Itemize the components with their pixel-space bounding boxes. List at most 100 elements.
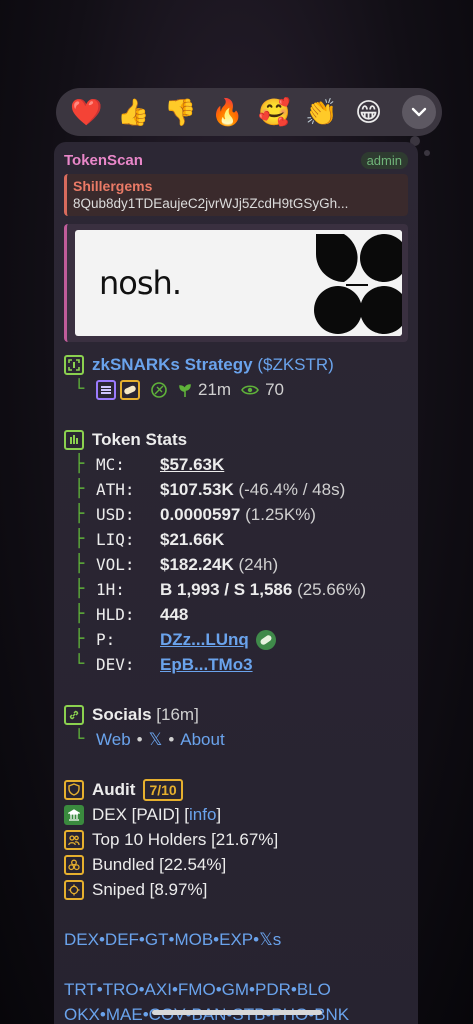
audit-score-badge: 7/10: [143, 778, 183, 801]
token-report: zkSNARKs Strategy ($ZKSTR) └ 21m 70 Toke: [64, 352, 408, 1024]
stat-row-dev: └ DEV: EpB...TMo3: [64, 652, 408, 677]
crosshair-icon: [64, 879, 84, 900]
dex-paid-text: DEX [PAID] [: [92, 805, 189, 824]
about-link[interactable]: About: [180, 727, 224, 752]
stat-row-vol: ├ VOL: $182.24K (24h): [64, 552, 408, 577]
scan-icon: [64, 354, 84, 375]
dev-address-link[interactable]: EpB...TMo3: [160, 652, 253, 677]
more-reactions-button[interactable]: [402, 95, 436, 129]
quick-link-fmo[interactable]: FMO: [178, 977, 216, 1002]
x-link[interactable]: 𝕏: [149, 727, 163, 752]
reaction-smiling-hearts[interactable]: 🥰: [254, 88, 295, 136]
socials-links-row: └ Web • 𝕏 • About: [64, 727, 408, 752]
quick-link-blo[interactable]: BLO: [297, 977, 331, 1002]
reaction-grin[interactable]: 😁: [348, 88, 389, 136]
audit-sniped-row: Sniped [8.97%]: [64, 877, 408, 902]
token-symbol-link[interactable]: ($ZKSTR): [257, 352, 334, 377]
reaction-heart[interactable]: ❤️: [66, 88, 107, 136]
eye-icon: [241, 384, 260, 395]
stat-row-pair: ├ P: DZz...LUnq: [64, 627, 408, 652]
liquidity-value: $21.66K: [160, 530, 225, 549]
quick-link-axi[interactable]: AXI: [145, 977, 172, 1002]
audit-bundled-row: Bundled [22.54%]: [64, 852, 408, 877]
link-preview[interactable]: nosh.: [64, 224, 408, 342]
bundle-icon: [64, 854, 84, 875]
token-meta-row: └ 21m 70: [64, 377, 408, 402]
reaction-tail-dot-small: [424, 150, 430, 156]
separator-dot: •: [136, 730, 143, 749]
message-header: TokenScan admin: [64, 148, 408, 172]
sender-name[interactable]: TokenScan: [64, 152, 143, 169]
reaction-thumbs-up[interactable]: 👍: [113, 88, 154, 136]
view-count: 70: [265, 380, 284, 399]
reaction-clap[interactable]: 👏: [301, 88, 342, 136]
one-hour-trades-value: B 1,993 / S 1,586: [160, 580, 293, 599]
reaction-thumbs-down[interactable]: 👎: [160, 88, 201, 136]
stat-label: MC:: [96, 455, 125, 474]
ath-extra: (-46.4% / 48s): [238, 480, 346, 499]
reaction-bar: ❤️ 👍 👎 🔥 🥰 👏 😁: [56, 88, 442, 136]
stat-label: 1H:: [96, 580, 125, 599]
pill-icon[interactable]: [120, 379, 140, 400]
reply-author: Shillergems: [73, 178, 153, 194]
stack-icon[interactable]: [96, 379, 116, 400]
reaction-fire[interactable]: 🔥: [207, 88, 248, 136]
market-cap-value[interactable]: $57.63K: [160, 452, 224, 477]
pill-badge-icon[interactable]: [255, 629, 277, 651]
volume-extra: (24h): [238, 555, 279, 574]
audit-top10-row: Top 10 Holders [21.67%]: [64, 827, 408, 852]
stat-row-1h: ├ 1H: B 1,993 / S 1,586 (25.66%): [64, 577, 408, 602]
separator-dot: •: [168, 730, 175, 749]
ath-value: $107.53K: [160, 480, 234, 499]
quick-link-pdr[interactable]: PDR: [255, 977, 291, 1002]
dex-bracket-close: ]: [216, 805, 222, 824]
quick-links-row-2: TRT • TRO • AXI • FMO • GM • PDR • BLO: [64, 977, 408, 1002]
stat-row-usd: ├ USD: 0.0000597 (1.25K%): [64, 502, 408, 527]
tree-connector: ├: [74, 454, 85, 474]
tree-connector: ├: [74, 529, 85, 549]
tree-connector: ├: [74, 579, 85, 599]
stat-row-hld: ├ HLD: 448: [64, 602, 408, 627]
nosh-logo-icon: [308, 230, 402, 336]
usd-price-extra: (1.25K%): [245, 505, 316, 524]
reply-text: 8Qub8dy1TDEaujeC2jvrWJj5ZcdH9tGSyGh...: [73, 196, 349, 211]
dex-info-link[interactable]: info: [189, 802, 216, 827]
quick-link-mae[interactable]: MAE: [106, 1002, 143, 1024]
tree-connector: ├: [74, 479, 85, 499]
stat-row-mc: ├ MC: $57.63K: [64, 452, 408, 477]
chart-bars-icon: [64, 429, 84, 450]
volume-value: $182.24K: [160, 555, 234, 574]
tree-connector: └: [74, 729, 85, 749]
tree-connector: └: [74, 379, 85, 399]
quick-link-tro[interactable]: TRO: [103, 977, 139, 1002]
shield-icon: [64, 779, 84, 800]
socials-heading: Socials: [92, 705, 152, 724]
quick-link-def[interactable]: DEF: [105, 927, 139, 952]
quick-link-okx[interactable]: OKX: [64, 1002, 100, 1024]
quick-link-exp[interactable]: EXP: [219, 927, 253, 952]
stat-label: ATH:: [96, 480, 135, 499]
web-link[interactable]: Web: [96, 727, 131, 752]
audit-dex-row: DEX [PAID] [ info ]: [64, 802, 408, 827]
message-bubble[interactable]: TokenScan admin Shillergems 8Qub8dy1TDEa…: [54, 142, 418, 1024]
token-name-link[interactable]: zkSNARKs Strategy: [92, 352, 253, 377]
stat-row-liq: ├ LIQ: $21.66K: [64, 527, 408, 552]
reply-quote[interactable]: Shillergems 8Qub8dy1TDEaujeC2jvrWJj5ZcdH…: [64, 174, 408, 216]
quick-link-xs[interactable]: 𝕏s: [259, 927, 281, 952]
socials-age: [16m]: [156, 705, 199, 724]
home-indicator[interactable]: [152, 1010, 322, 1015]
quick-link-gt[interactable]: GT: [145, 927, 169, 952]
audit-heading-row: Audit 7/10: [64, 777, 408, 802]
token-title-row: zkSNARKs Strategy ($ZKSTR): [64, 352, 408, 377]
chevron-down-icon: [411, 107, 427, 117]
quick-link-trt[interactable]: TRT: [64, 977, 97, 1002]
quick-link-mob[interactable]: MOB: [174, 927, 213, 952]
quick-link-gm[interactable]: GM: [222, 977, 249, 1002]
preview-image[interactable]: nosh.: [75, 230, 402, 336]
quick-link-dex[interactable]: DEX: [64, 927, 99, 952]
stat-row-ath: ├ ATH: $107.53K (-46.4% / 48s): [64, 477, 408, 502]
holders-value: 448: [160, 605, 189, 624]
tree-connector: └: [74, 654, 85, 674]
pair-address-link[interactable]: DZz...LUnq: [160, 627, 249, 652]
role-badge: admin: [360, 151, 408, 169]
